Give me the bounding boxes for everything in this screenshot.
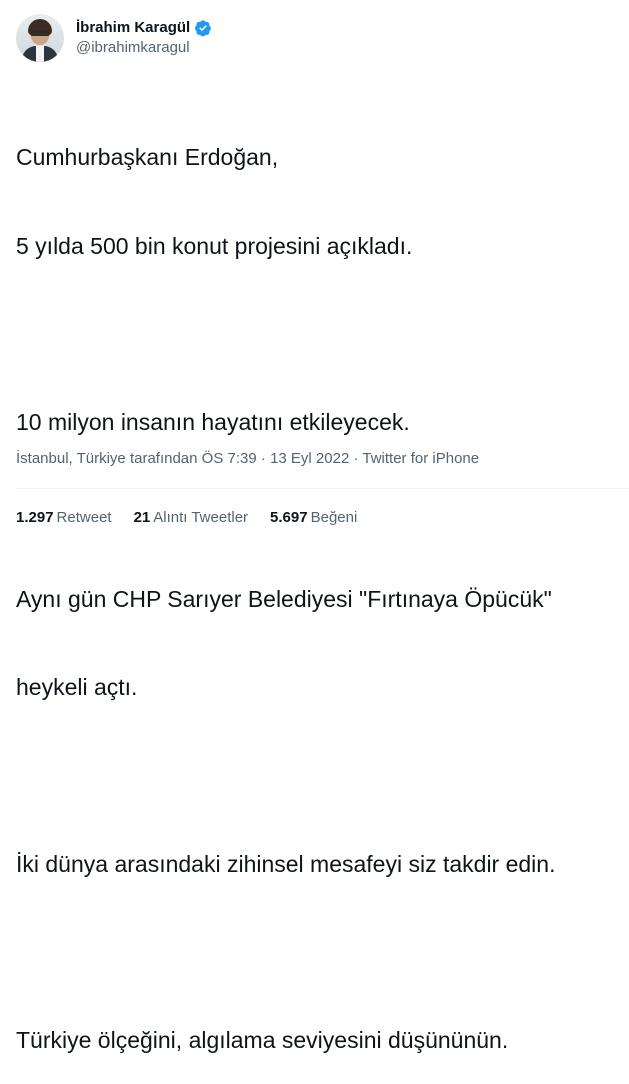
likes-count: 5.697 bbox=[270, 509, 308, 526]
tweet-date[interactable]: 13 Eyl 2022 bbox=[270, 450, 349, 467]
meta-separator: · bbox=[353, 450, 359, 467]
avatar-glasses bbox=[30, 31, 50, 36]
retweets-count: 1.297 bbox=[16, 509, 54, 526]
tweet-line: heykeli açtı. bbox=[16, 674, 138, 700]
tweet-source[interactable]: Twitter for iPhone bbox=[362, 450, 479, 467]
name-row: İbrahim Karagül bbox=[76, 18, 212, 38]
tweet-text: Cumhurbaşkanı Erdoğan, 5 yılda 500 bin k… bbox=[16, 84, 616, 1084]
likes-stat[interactable]: 5.697 Beğeni bbox=[270, 508, 357, 528]
verified-badge-icon bbox=[195, 20, 212, 37]
quotes-count: 21 bbox=[133, 509, 151, 526]
tweet-meta: İstanbul, Türkiye tarafından ÖS 7:39 · 1… bbox=[16, 449, 479, 469]
retweets-label: Retweet bbox=[56, 509, 112, 526]
tweet-line: Aynı gün CHP Sarıyer Belediyesi "Fırtına… bbox=[16, 585, 552, 612]
quotes-label: Alıntı Tweetler bbox=[153, 509, 249, 526]
tweet-line: Cumhurbaşkanı Erdoğan, bbox=[16, 144, 279, 170]
meta-separator: · bbox=[260, 450, 266, 467]
author-names: İbrahim Karagül @ibrahimkaragul bbox=[76, 18, 212, 58]
avatar-shirt bbox=[36, 46, 44, 62]
avatar[interactable] bbox=[16, 14, 64, 62]
tweet-line: İki dünya arasındaki zihinsel mesafeyi s… bbox=[16, 850, 556, 877]
likes-label: Beğeni bbox=[310, 509, 358, 526]
tweet-time[interactable]: ÖS 7:39 bbox=[202, 450, 257, 467]
divider bbox=[16, 488, 629, 489]
author-display-name[interactable]: İbrahim Karagül bbox=[76, 18, 190, 38]
tweet-location: İstanbul, Türkiye tarafından bbox=[16, 450, 198, 467]
tweet-line: 5 yılda 500 bin konut projesini açıkladı… bbox=[16, 232, 413, 259]
tweet-line: 10 milyon insanın hayatını etkileyecek. bbox=[16, 409, 410, 435]
tweet-line: Türkiye ölçeğini, algılama seviyesini dü… bbox=[16, 1027, 509, 1053]
author-handle[interactable]: @ibrahimkaragul bbox=[76, 38, 212, 58]
quote-tweets-stat[interactable]: 21 Alıntı Tweetler bbox=[134, 508, 248, 528]
tweet-header: İbrahim Karagül @ibrahimkaragul bbox=[16, 12, 212, 64]
retweets-stat[interactable]: 1.297 Retweet bbox=[16, 508, 112, 528]
tweet-stats: 1.297 Retweet 21 Alıntı Tweetler 5.697 Beğe… bbox=[16, 508, 379, 528]
